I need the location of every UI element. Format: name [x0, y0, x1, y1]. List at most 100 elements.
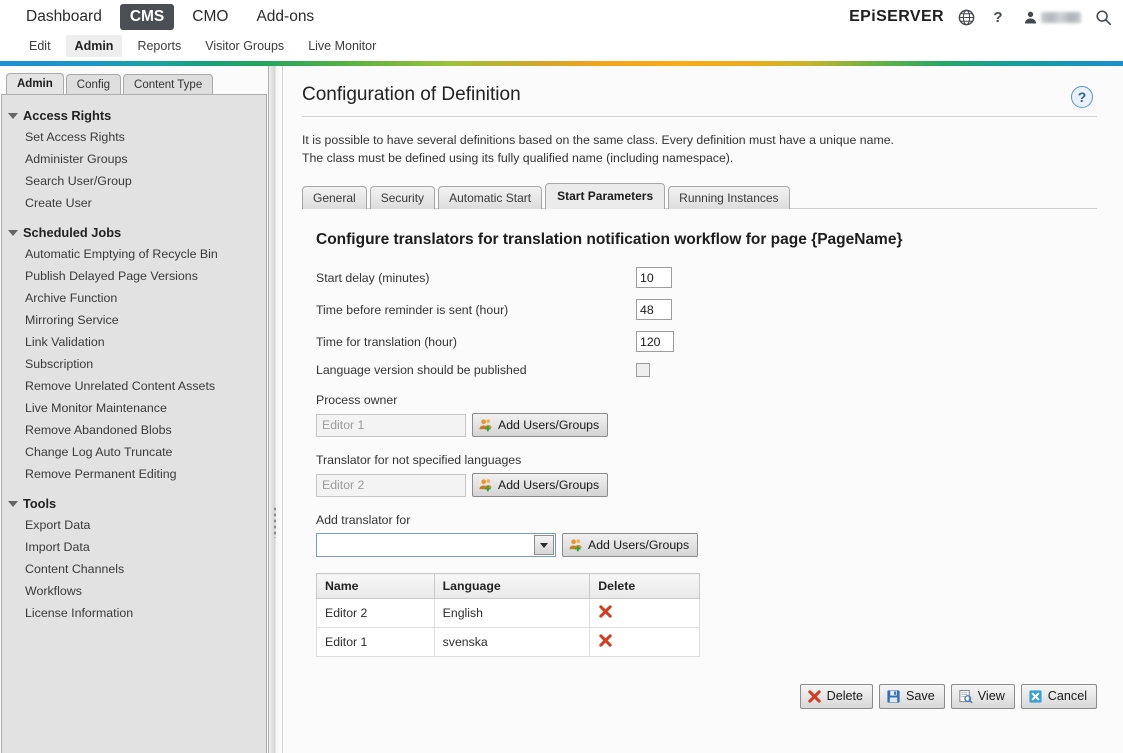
sidebar-item-content-channels[interactable]: Content Channels — [2, 558, 266, 580]
translators-table: Name Language Delete Editor 2 English Ed… — [316, 573, 700, 657]
sidebar-tab-content-type[interactable]: Content Type — [123, 74, 214, 95]
tab-running-instances[interactable]: Running Instances — [668, 186, 790, 209]
view-button[interactable]: View — [950, 684, 1015, 709]
sidebar-item-change-log-auto-truncate[interactable]: Change Log Auto Truncate — [2, 441, 266, 463]
default-translator-row: Editor 2 Add Users/Groups — [316, 473, 1097, 497]
button-label: Cancel — [1047, 689, 1087, 703]
sidebar-item-archive-function[interactable]: Archive Function — [2, 287, 266, 309]
preview-icon — [959, 689, 973, 704]
sidebar-tabs: Admin Config Content Type — [6, 71, 272, 95]
nav-cms[interactable]: CMS — [119, 3, 175, 30]
delete-icon[interactable] — [598, 604, 613, 619]
sidebar-item-export-data[interactable]: Export Data — [2, 514, 266, 536]
default-translator-input[interactable]: Editor 2 — [316, 473, 466, 497]
sidebar-tab-config[interactable]: Config — [65, 74, 122, 95]
subnav-reports[interactable]: Reports — [128, 35, 190, 57]
user-menu[interactable] — [1020, 7, 1081, 27]
sidebar-item-mirroring-service[interactable]: Mirroring Service — [2, 309, 266, 331]
table-row: Editor 1 svenska — [316, 627, 700, 657]
sidebar-item-live-monitor-maintenance[interactable]: Live Monitor Maintenance — [2, 397, 266, 419]
help-icon[interactable]: ? — [988, 7, 1008, 27]
tab-security[interactable]: Security — [369, 186, 436, 209]
sidebar-group-label: Tools — [23, 496, 57, 511]
sidebar-item-search-user-group[interactable]: Search User/Group — [2, 170, 266, 192]
cell-name: Editor 2 — [316, 598, 435, 628]
nav-addons[interactable]: Add-ons — [246, 4, 324, 30]
publish-language-version-checkbox[interactable] — [636, 363, 650, 377]
description-line-2: The class must be defined using its full… — [302, 151, 734, 165]
save-button[interactable]: Save — [879, 684, 945, 709]
sidebar-group-label: Access Rights — [23, 108, 112, 123]
cell-language: svenska — [433, 627, 591, 657]
delete-icon[interactable] — [598, 633, 613, 648]
button-label: Add Users/Groups — [498, 478, 600, 492]
subnav-live-monitor[interactable]: Live Monitor — [299, 35, 385, 57]
subnav-edit[interactable]: Edit — [20, 35, 60, 57]
default-translator-label: Translator for not specified languages — [316, 453, 522, 467]
field-label: Start delay (minutes) — [316, 270, 430, 285]
field-row-reminder-time: Time before reminder is sent (hour) — [316, 299, 1097, 320]
episerver-logo: EPiSERVER — [849, 8, 944, 25]
nav-cmo[interactable]: CMO — [182, 4, 238, 30]
chevron-down-icon[interactable] — [534, 535, 554, 555]
sidebar-item-workflows[interactable]: Workflows — [2, 580, 266, 602]
content-tabs: General Security Automatic Start Start P… — [302, 183, 1097, 209]
add-users-icon — [479, 418, 492, 431]
search-icon[interactable] — [1093, 7, 1113, 27]
sidebar-tab-admin[interactable]: Admin — [6, 73, 64, 95]
translation-time-input[interactable] — [636, 331, 674, 352]
cancel-button[interactable]: Cancel — [1020, 684, 1097, 709]
column-header-delete: Delete — [589, 573, 700, 599]
start-delay-input[interactable] — [636, 267, 672, 288]
sidebar-item-create-user[interactable]: Create User — [2, 192, 266, 214]
add-users-groups-button-translator[interactable]: Add Users/Groups — [562, 533, 699, 557]
add-users-groups-button-process-owner[interactable]: Add Users/Groups — [472, 413, 609, 437]
process-owner-label: Process owner — [316, 393, 398, 407]
column-header-name: Name — [316, 573, 435, 599]
sidebar-item-license-information[interactable]: License Information — [2, 602, 266, 624]
sidebar-item-subscription[interactable]: Subscription — [2, 353, 266, 375]
language-select[interactable] — [316, 533, 556, 557]
cancel-icon — [1029, 690, 1042, 703]
nav-dashboard[interactable]: Dashboard — [16, 4, 112, 30]
delete-x-icon — [807, 690, 821, 703]
process-owner-input[interactable]: Editor 1 — [316, 413, 466, 437]
sidebar-splitter[interactable] — [268, 66, 283, 753]
reminder-time-input[interactable] — [636, 299, 672, 320]
sidebar-item-automatic-emptying-recycle-bin[interactable]: Automatic Emptying of Recycle Bin — [2, 243, 266, 265]
admin-sidebar: Admin Config Content Type Access Rights … — [0, 66, 272, 753]
button-label: View — [977, 689, 1005, 703]
globe-icon[interactable] — [956, 7, 976, 27]
form-heading: Configure translators for translation no… — [316, 231, 903, 248]
tab-automatic-start[interactable]: Automatic Start — [438, 186, 543, 209]
sidebar-item-remove-permanent-editing[interactable]: Remove Permanent Editing — [2, 463, 266, 485]
title-divider — [302, 116, 1097, 117]
sidebar-item-import-data[interactable]: Import Data — [2, 536, 266, 558]
sidebar-group-scheduled-jobs[interactable]: Scheduled Jobs — [2, 222, 266, 243]
panel-description: It is possible to have several definitio… — [302, 131, 1097, 167]
chevron-down-icon — [8, 112, 18, 119]
sidebar-item-set-access-rights[interactable]: Set Access Rights — [2, 126, 266, 148]
column-header-language: Language — [433, 573, 591, 599]
sidebar-item-remove-unrelated-content-assets[interactable]: Remove Unrelated Content Assets — [2, 375, 266, 397]
field-label: Time for translation (hour) — [316, 334, 458, 349]
sidebar-item-link-validation[interactable]: Link Validation — [2, 331, 266, 353]
app-root: Dashboard CMS CMO Add-ons Edit Admin Rep… — [0, 0, 1123, 753]
field-label: Time before reminder is sent (hour) — [316, 302, 509, 317]
help-icon[interactable]: ? — [1071, 86, 1093, 108]
chevron-down-icon — [8, 229, 18, 236]
sidebar-group-label: Scheduled Jobs — [23, 225, 122, 240]
subnav-visitor-groups[interactable]: Visitor Groups — [196, 35, 293, 57]
sidebar-item-publish-delayed-page-versions[interactable]: Publish Delayed Page Versions — [2, 265, 266, 287]
sidebar-tree: Access Rights Set Access Rights Administ… — [1, 94, 267, 753]
tab-start-parameters[interactable]: Start Parameters — [545, 183, 666, 209]
subnav-admin[interactable]: Admin — [65, 35, 123, 57]
button-label: Add Users/Groups — [498, 418, 600, 432]
add-users-groups-button-default-translator[interactable]: Add Users/Groups — [472, 473, 609, 497]
sidebar-group-access-rights[interactable]: Access Rights — [2, 105, 266, 126]
tab-general[interactable]: General — [302, 186, 367, 209]
sidebar-group-tools[interactable]: Tools — [2, 493, 266, 514]
sidebar-item-administer-groups[interactable]: Administer Groups — [2, 148, 266, 170]
sidebar-item-remove-abandoned-blobs[interactable]: Remove Abandoned Blobs — [2, 419, 266, 441]
delete-button[interactable]: Delete — [799, 684, 873, 709]
